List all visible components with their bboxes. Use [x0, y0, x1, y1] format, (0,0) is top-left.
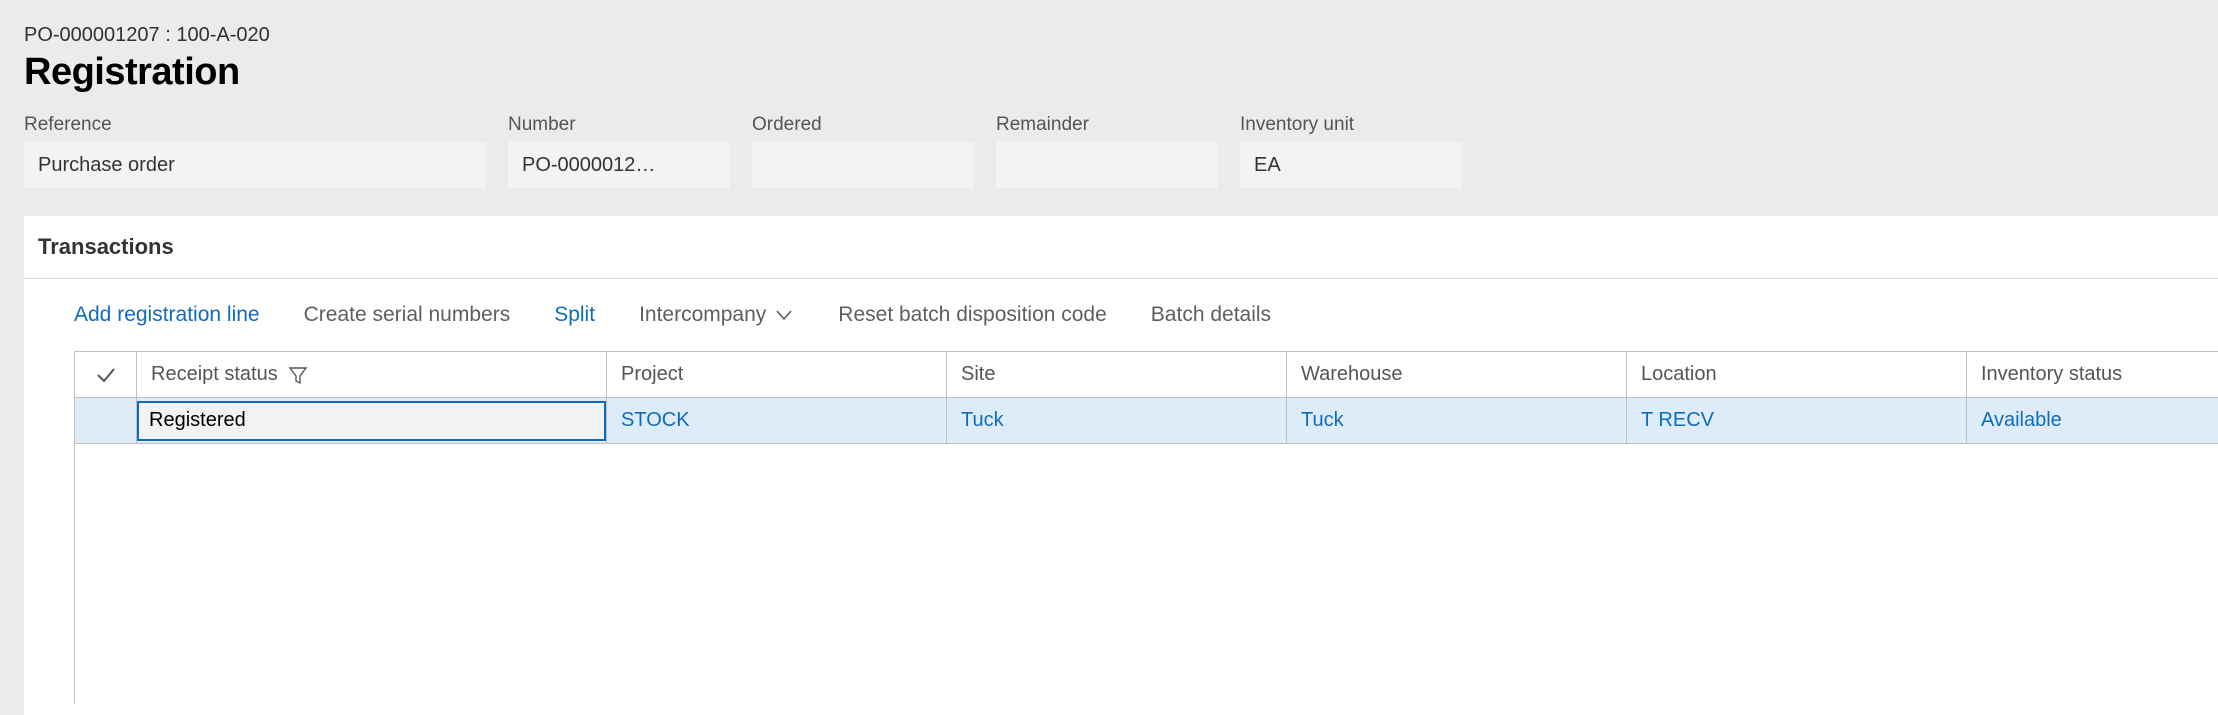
- column-location[interactable]: Location: [1627, 352, 1967, 398]
- page-title: Registration: [24, 51, 2218, 94]
- field-reference: Reference Purchase order: [24, 114, 486, 188]
- reset-batch-disposition-button[interactable]: Reset batch disposition code: [838, 303, 1107, 327]
- column-select-all[interactable]: [75, 352, 137, 398]
- batch-details-button[interactable]: Batch details: [1151, 303, 1271, 327]
- table-header-row: Receipt status Project Site Warehouse Lo…: [75, 352, 2218, 398]
- field-number: Number PO-0000012…: [508, 114, 730, 188]
- column-label: Receipt status: [151, 363, 278, 386]
- column-inventory-status[interactable]: Inventory status: [1967, 352, 2218, 398]
- field-label-number: Number: [508, 114, 730, 136]
- field-inventory-unit: Inventory unit EA: [1240, 114, 1462, 188]
- filter-icon[interactable]: [288, 365, 308, 385]
- input-inventory-unit[interactable]: EA: [1240, 142, 1462, 188]
- cell-warehouse[interactable]: Tuck: [1287, 398, 1627, 444]
- input-remainder[interactable]: [996, 142, 1218, 188]
- row-selector[interactable]: [75, 398, 137, 444]
- fields-row: Reference Purchase order Number PO-00000…: [24, 114, 2218, 188]
- input-ordered[interactable]: [752, 142, 974, 188]
- column-receipt-status[interactable]: Receipt status: [137, 352, 607, 398]
- transactions-grid: Receipt status Project Site Warehouse Lo…: [74, 351, 2218, 704]
- intercompany-dropdown[interactable]: Intercompany: [639, 303, 794, 327]
- table-row[interactable]: Registered STOCK Tuck Tuck T RECV Availa…: [75, 398, 2218, 444]
- field-remainder: Remainder: [996, 114, 1218, 188]
- field-ordered: Ordered: [752, 114, 974, 188]
- transactions-toolbar: Add registration line Create serial numb…: [24, 279, 2218, 351]
- cell-input[interactable]: Registered: [137, 401, 606, 441]
- input-number[interactable]: PO-0000012…: [508, 142, 730, 188]
- create-serial-numbers-button[interactable]: Create serial numbers: [304, 303, 511, 327]
- cell-site[interactable]: Tuck: [947, 398, 1287, 444]
- chevron-down-icon: [774, 305, 794, 325]
- field-label-inventory-unit: Inventory unit: [1240, 114, 1462, 136]
- empty-space: [75, 444, 2218, 704]
- column-project[interactable]: Project: [607, 352, 947, 398]
- cell-receipt-status[interactable]: Registered: [137, 398, 607, 444]
- column-warehouse[interactable]: Warehouse: [1287, 352, 1627, 398]
- column-site[interactable]: Site: [947, 352, 1287, 398]
- intercompany-label: Intercompany: [639, 303, 766, 327]
- cell-location[interactable]: T RECV: [1627, 398, 1967, 444]
- add-registration-line-button[interactable]: Add registration line: [74, 303, 260, 327]
- checkmark-icon: [75, 363, 136, 387]
- field-label-remainder: Remainder: [996, 114, 1218, 136]
- field-label-ordered: Ordered: [752, 114, 974, 136]
- breadcrumb: PO-000001207 : 100-A-020: [24, 24, 2218, 47]
- split-button[interactable]: Split: [554, 303, 595, 327]
- input-reference[interactable]: Purchase order: [24, 142, 486, 188]
- transactions-card: Transactions Add registration line Creat…: [24, 216, 2218, 715]
- field-label-reference: Reference: [24, 114, 486, 136]
- cell-project[interactable]: STOCK: [607, 398, 947, 444]
- cell-inventory-status[interactable]: Available: [1967, 398, 2218, 444]
- transactions-title: Transactions: [24, 216, 2218, 278]
